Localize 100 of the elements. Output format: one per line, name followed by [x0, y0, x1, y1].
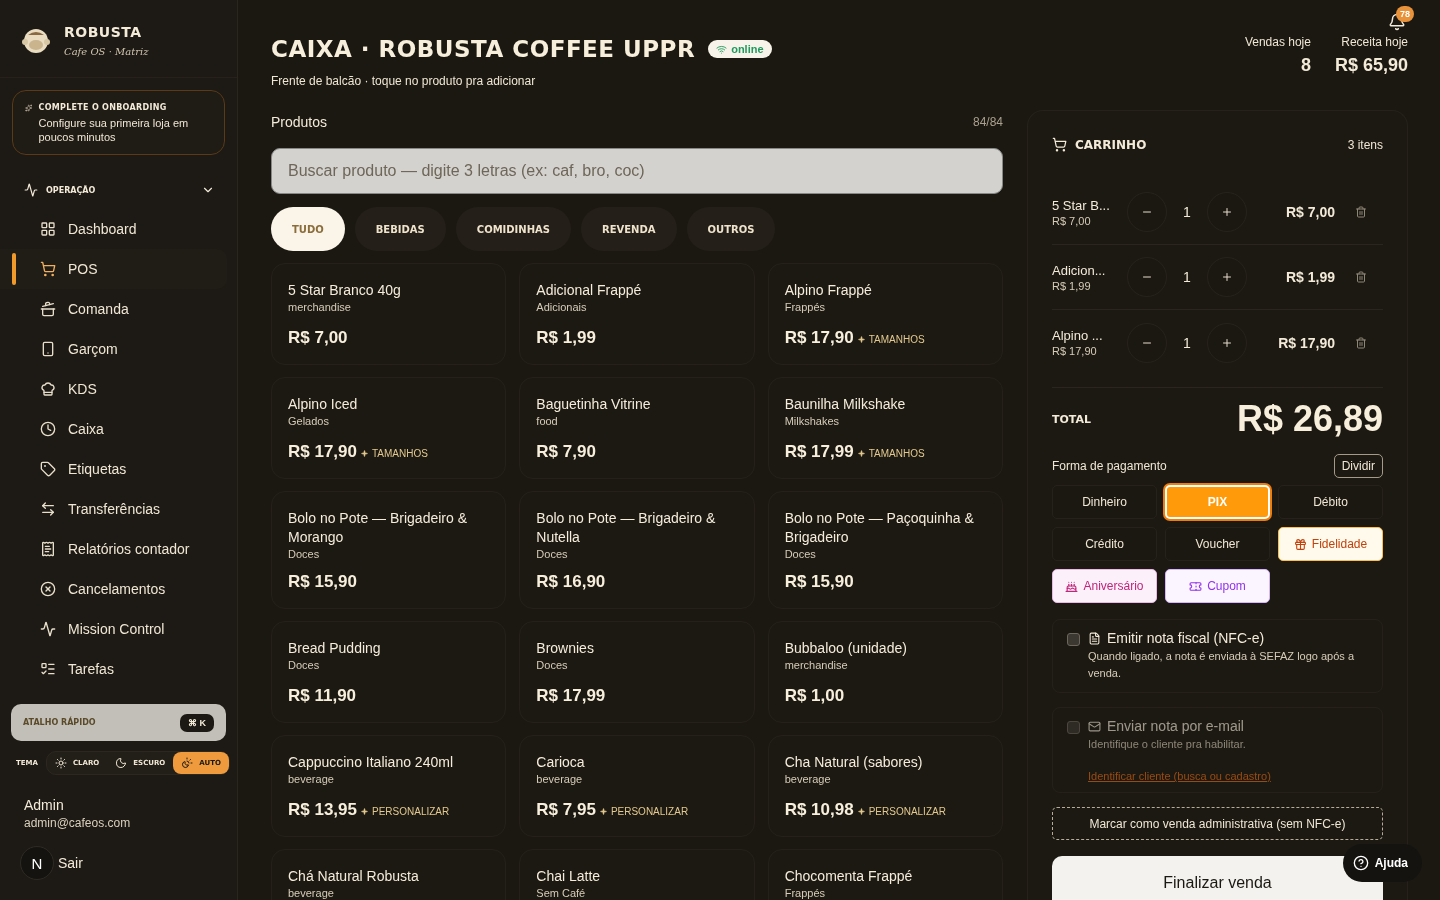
increase-button[interactable] [1207, 257, 1247, 297]
category-tab[interactable]: OUTROS [686, 207, 776, 251]
payment-option[interactable]: Crédito [1052, 527, 1157, 561]
product-price: R$ 7,90 [536, 442, 596, 462]
product-card[interactable]: Cappuccino Italiano 240ml beverage R$ 13,95 PERSONALIZAR [271, 735, 507, 837]
trash-icon[interactable] [1355, 271, 1367, 283]
product-category: Doces [288, 659, 321, 671]
search-field[interactable]: Buscar produto — digite 3 letras (ex: caf, bro, coc) [271, 148, 1003, 194]
nav-item[interactable]: Garçom [0, 329, 227, 369]
product-card[interactable]: Carioca beverage R$ 7,95 PERSONALIZAR [519, 735, 755, 837]
payment-option[interactable]: Débito [1278, 485, 1383, 519]
product-price: R$ 10,98 [784, 800, 854, 820]
product-price: R$ 15,90 [288, 572, 357, 592]
product-option-tag: TAMANHOS [868, 448, 925, 459]
trash-icon[interactable] [1355, 206, 1367, 218]
quick-shortcut[interactable]: ATALHO RÁPIDO ⌘ K [11, 704, 226, 741]
product-card[interactable]: Chai Latte Sem Café [519, 849, 755, 900]
phone-icon [40, 341, 56, 357]
product-price: R$ 17,99 [784, 442, 854, 462]
logo-icon [22, 26, 50, 55]
quick-label: ATALHO RÁPIDO [23, 718, 96, 727]
nav-item[interactable]: Dashboard [0, 209, 227, 249]
increase-button[interactable] [1207, 192, 1247, 232]
sun-icon [54, 757, 67, 769]
product-card[interactable]: Alpino Iced Gelados R$ 17,90 TAMANHOS [271, 377, 507, 479]
payment-option[interactable]: Fidelidade [1278, 527, 1383, 561]
product-category: merchandise [784, 659, 849, 671]
mail-icon [1088, 719, 1101, 733]
logout-link[interactable]: Sair [58, 855, 83, 871]
product-card[interactable]: Bubbaloo (unidade) merchandise R$ 1,00 [767, 621, 1003, 723]
checkbox[interactable] [1067, 633, 1080, 646]
nav-item[interactable]: Caixa [0, 409, 227, 449]
product-category: beverage [288, 773, 335, 785]
payment-option[interactable]: Aniversário [1052, 569, 1157, 603]
increase-button[interactable] [1207, 322, 1247, 363]
product-card[interactable]: 5 Star Branco 40g merchandise R$ 7,00 [271, 263, 507, 365]
decrease-button[interactable] [1127, 192, 1167, 232]
product-card[interactable]: Bolo no Pote — Brigadeiro & Morango Doces R$ 15,90 [271, 491, 507, 609]
nav-item[interactable]: Transferências [0, 489, 227, 529]
product-price: R$ 1,99 [536, 328, 596, 348]
avatar[interactable]: N [20, 846, 54, 880]
pot-icon [40, 301, 56, 317]
product-card[interactable]: Baunilha Milkshake Milkshakes R$ 17,99 TAMANHOS [767, 377, 1003, 479]
product-category: beverage [784, 773, 832, 785]
product-name: Bolo no Pote — Brigadeiro & Morango [288, 509, 468, 547]
cart-item-name: Adicion... [1052, 262, 1107, 278]
sparkle-icon [857, 336, 865, 343]
help-button[interactable]: Ajuda [1342, 844, 1422, 882]
product-card[interactable]: Cha Natural (sabores) beverage R$ 10,98 PERSONALIZAR [767, 735, 1003, 837]
nav-item[interactable]: Tarefas [0, 649, 227, 689]
category-tab[interactable]: REVENDA [581, 207, 677, 251]
product-card[interactable]: Adicional Frappé Adicionais R$ 1,99 [519, 263, 755, 365]
product-price: R$ 13,95 [288, 800, 357, 820]
cart-item-total: R$ 7,00 [1284, 204, 1335, 220]
category-tab[interactable]: TUDO [271, 207, 345, 251]
category-tab[interactable]: COMIDINHAS [455, 207, 571, 251]
moon-icon [115, 757, 128, 769]
quantity: 1 [1182, 334, 1192, 351]
onboarding-card[interactable]: COMPLETE O ONBOARDING Configure sua primeira loja em poucos minutos [12, 90, 225, 155]
shortcut-key: ⌘ K [180, 713, 214, 732]
product-card[interactable]: Brownies Doces R$ 17,99 [519, 621, 755, 723]
product-name: Alpino Iced [288, 395, 359, 414]
quantity: 1 [1182, 269, 1192, 285]
receipt-icon [40, 541, 56, 557]
chef-hat-icon [40, 381, 56, 397]
product-card[interactable]: Bread Pudding Doces R$ 11,90 [271, 621, 507, 723]
product-card[interactable]: Chá Natural Robusta beverage [271, 849, 507, 900]
cart-item-name: Alpino ... [1052, 328, 1104, 343]
product-card[interactable]: Baguetinha Vitrine food R$ 7,90 [519, 377, 755, 479]
product-category: Frappés [784, 887, 826, 899]
payment-option[interactable]: Cupom [1165, 569, 1270, 603]
category-tab[interactable]: BEBIDAS [354, 207, 446, 251]
product-name: Carioca [536, 753, 586, 772]
product-price: R$ 16,90 [536, 572, 606, 592]
page-title: CAIXA · ROBUSTA COFFEE UPPR [271, 36, 696, 62]
cart-item-unit-price: R$ 1,99 [1052, 279, 1092, 292]
decrease-button[interactable] [1127, 257, 1167, 297]
nav-item[interactable]: Mission Control [0, 609, 227, 649]
nav-item[interactable]: Relatórios contador [0, 529, 227, 569]
product-card[interactable]: Chocomenta Frappé Frappés [767, 849, 1003, 900]
option-text: Identifique o cliente pra habilitar. [1088, 737, 1247, 752]
stat-value: 8 [1300, 55, 1311, 76]
split-button[interactable]: Dividir [1333, 454, 1383, 478]
trash-icon[interactable] [1355, 336, 1367, 349]
nav-item[interactable]: Cancelamentos [0, 569, 227, 609]
nav-item[interactable]: Etiquetas [0, 449, 227, 489]
product-category: Doces [288, 548, 321, 560]
product-card[interactable]: Bolo no Pote — Paçoquinha & Brigadeiro Doces R$ 15,90 [767, 491, 1003, 609]
payment-option[interactable]: Dinheiro [1052, 485, 1157, 519]
product-card[interactable]: Bolo no Pote — Brigadeiro & Nutella Doces R$ 16,90 [519, 491, 755, 609]
decrease-button[interactable] [1127, 322, 1167, 363]
product-name: 5 Star Branco 40g [288, 281, 402, 300]
gift-icon [1293, 537, 1307, 551]
cart-item-unit-price: R$ 17,90 [1052, 345, 1098, 357]
product-card[interactable]: Alpino Frappé Frappés R$ 17,90 TAMANHOS [767, 263, 1003, 365]
payment-option[interactable]: Voucher [1165, 527, 1270, 561]
nav-item[interactable]: Comanda [0, 289, 227, 329]
nav-item[interactable]: KDS [0, 369, 227, 409]
admin-sale-button[interactable]: Marcar como venda administrativa (sem NFC-e) [1052, 807, 1383, 840]
product-category: Milkshakes [784, 415, 841, 427]
